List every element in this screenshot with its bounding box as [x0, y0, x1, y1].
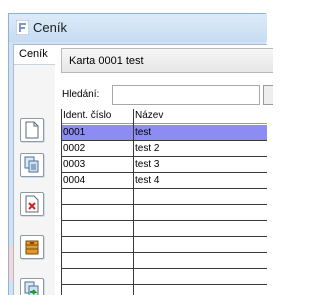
table-header: Ident. číslo Název [61, 109, 267, 124]
empty-row [61, 237, 267, 253]
search-label: Hledání: [62, 89, 100, 100]
empty-row [61, 253, 267, 269]
document-icon [25, 121, 39, 139]
cell-id: 0001 [63, 127, 86, 138]
export-button[interactable] [20, 278, 44, 295]
cell-id: 0003 [63, 159, 86, 170]
cell-name: test 3 [135, 159, 160, 170]
cell-id: 0002 [63, 143, 86, 154]
column-divider [61, 109, 62, 295]
app-logo-icon [16, 20, 29, 35]
empty-row [61, 189, 267, 205]
price-list-table: Ident. číslo Název 0001 test 0002 test 2… [61, 109, 267, 295]
search-input[interactable] [112, 85, 260, 105]
cell-name: test 4 [135, 175, 160, 186]
empty-row [61, 221, 267, 237]
table-row[interactable]: 0001 test [61, 125, 267, 141]
table-row[interactable]: 0002 test 2 [61, 141, 267, 157]
copy-documents-icon [24, 156, 39, 173]
copy-document-button[interactable] [20, 153, 44, 177]
cell-name: test 2 [135, 143, 160, 154]
column-header-name[interactable]: Název [135, 110, 163, 121]
tab-karta[interactable]: Karta 0001 test [61, 48, 273, 73]
empty-row [61, 285, 267, 295]
new-document-button[interactable] [20, 118, 44, 142]
cell-name: test [135, 127, 152, 138]
window-title: Ceník [33, 20, 67, 35]
delete-document-button[interactable] [20, 192, 44, 216]
cell-id: 0004 [63, 175, 86, 186]
table-row[interactable]: 0003 test 3 [61, 157, 267, 173]
content-panel: Karta 0001 test Hledání: Ident. číslo Ná… [55, 44, 273, 295]
search-button[interactable] [263, 85, 273, 105]
archive-icon [25, 240, 39, 255]
column-header-id[interactable]: Ident. číslo [63, 110, 111, 121]
empty-row [61, 205, 267, 221]
empty-row [61, 269, 267, 285]
table-row[interactable]: 0004 test 4 [61, 173, 267, 189]
app-window: Ceník Ceník Karta 0001 test Hledání: Ide… [8, 13, 273, 295]
export-documents-icon [24, 281, 39, 295]
tab-cenik[interactable]: Ceník [14, 45, 56, 65]
module-sidebar: Ceník [13, 44, 56, 295]
delete-document-icon [25, 195, 39, 213]
title-bar: Ceník [9, 14, 267, 42]
column-divider [133, 109, 134, 295]
archive-button[interactable] [20, 235, 44, 259]
tab-cenik-label: Ceník [19, 48, 48, 60]
tab-karta-label: Karta 0001 test [69, 55, 144, 67]
